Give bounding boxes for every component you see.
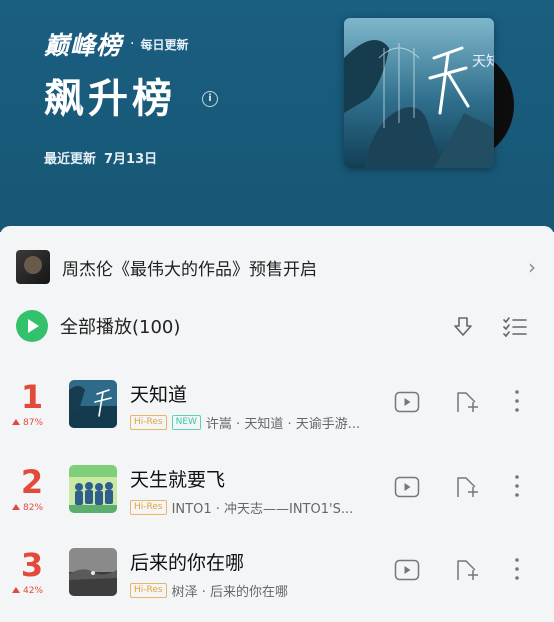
avatar [16,250,50,284]
more-options-icon[interactable] [510,471,524,501]
song-row[interactable]: 3 42% 后来的你在哪 Hi-Res 树泽 · 后来的你在哪 [0,546,554,622]
song-cover [69,465,117,513]
hires-badge: Hi-Res [130,500,167,515]
rank-number: 2 [20,463,44,501]
add-to-playlist-icon[interactable] [455,558,481,582]
more-options-icon[interactable] [510,554,524,584]
hires-badge: Hi-Res [130,415,167,430]
song-meta: Hi-Res NEW 许嵩 · 天知道 · 天谕手游... [130,413,360,432]
more-options-icon[interactable] [510,386,524,416]
play-video-icon[interactable] [394,390,420,414]
update-info: 最近更新 7月13日 [44,148,157,167]
update-label: 最近更新 [44,152,97,167]
song-artist: 许嵩 · 天知道 · 天谕手游... [205,417,361,432]
update-date: 7月13日 [104,152,158,167]
add-to-playlist-icon[interactable] [455,390,481,414]
song-meta: Hi-Res INTO1 · 冲天志——INTO1'S... [130,498,353,517]
song-row[interactable]: 2 82% 天生就要飞 Hi-Res INTO1 · 冲天志——INTO1'S.… [0,463,554,543]
page-title: 飙升榜 [44,76,176,122]
hires-badge: Hi-Res [130,583,167,598]
featured-album[interactable]: 天知道 [344,18,519,170]
chevron-right-icon: › [528,255,536,279]
arrow-up-icon [12,504,20,510]
brand-subtitle: 每日更新 [140,37,189,52]
song-cover [69,548,117,596]
rank-change: 87% [12,418,43,428]
song-meta: Hi-Res 树泽 · 后来的你在哪 [130,581,288,600]
rank-change-value: 82% [23,503,44,513]
cover-title: 天知道 [472,53,494,70]
song-artist: 树泽 · 后来的你在哪 [171,585,288,600]
play-video-icon[interactable] [394,475,420,499]
new-badge: NEW [171,415,201,430]
brand-name: 巅峰榜 [44,31,123,60]
rank-change-value: 42% [23,586,44,596]
rank-change: 42% [12,586,43,596]
arrow-up-icon [12,419,20,425]
rank-number: 3 [20,546,44,584]
song-title: 天生就要飞 [130,469,226,491]
info-icon[interactable]: i [202,91,218,107]
arrow-up-icon [12,587,20,593]
song-cover [69,380,117,428]
chart-header: 巅峰榜 · 每日更新 飙升榜 i 最近更新 7月13日 天知 [0,0,554,232]
song-artist: INTO1 · 冲天志——INTO1'S... [171,502,354,517]
presale-banner[interactable]: 周杰伦《最伟大的作品》预售开启 › [16,249,536,285]
rank-change-value: 87% [23,418,44,428]
download-icon[interactable] [450,314,476,340]
song-title: 后来的你在哪 [130,552,245,574]
play-all-button[interactable]: 全部播放(100) [16,310,180,342]
brand: 巅峰榜 · 每日更新 [44,26,188,62]
presale-text: 周杰伦《最伟大的作品》预售开启 [62,259,317,280]
song-title: 天知道 [130,384,188,406]
play-icon [16,310,48,342]
add-to-playlist-icon[interactable] [455,475,481,499]
multi-select-icon[interactable] [502,314,528,340]
rank-change: 82% [12,503,43,513]
album-cover: 天知道 [344,18,494,168]
play-all-label: 全部播放(100) [60,317,181,338]
play-video-icon[interactable] [394,558,420,582]
song-row[interactable]: 1 87% 天知道 Hi-Res NEW 许嵩 · 天知道 · 天谕手游... [0,378,554,458]
rank-number: 1 [20,378,44,416]
brand-dot: · [130,36,135,52]
